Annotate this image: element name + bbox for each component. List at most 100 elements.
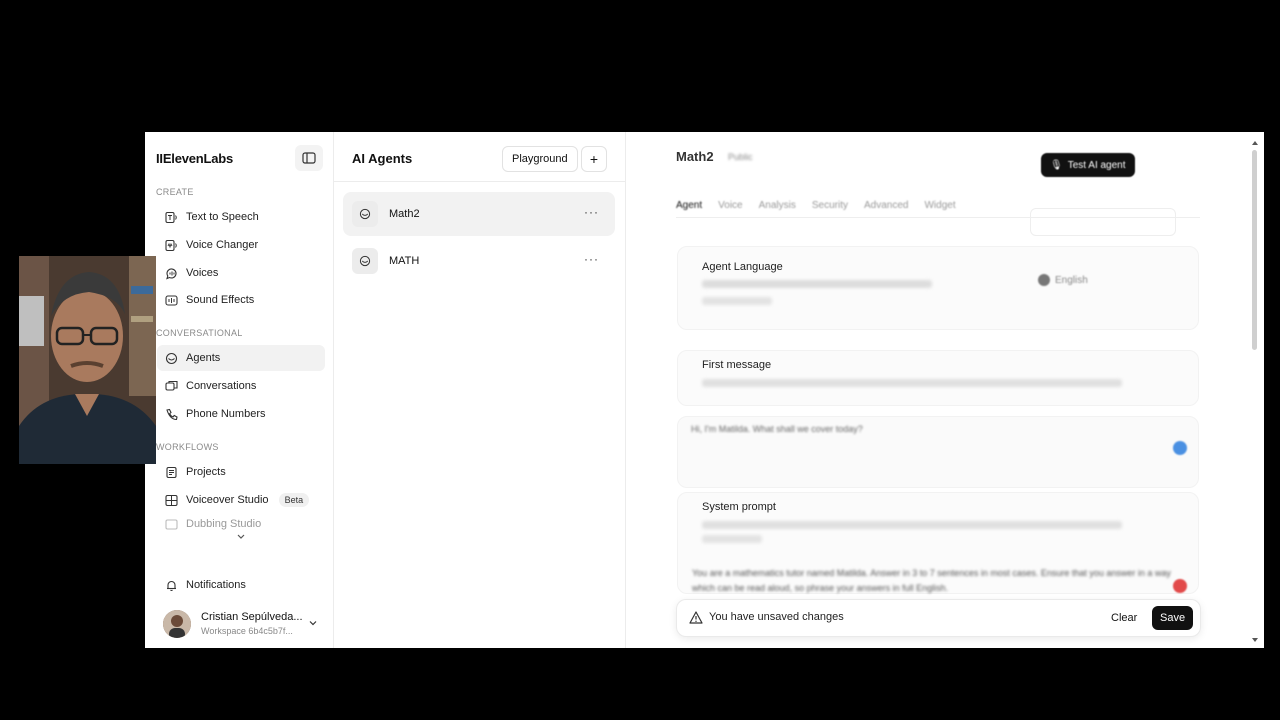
sidebar-item-label: Conversations: [186, 380, 257, 392]
person-image: [19, 256, 156, 464]
sidebar-item-agents[interactable]: Agents: [157, 345, 325, 371]
tab-widget[interactable]: Widget: [924, 200, 955, 211]
scrollbar[interactable]: [1252, 150, 1257, 350]
user-name: Cristian Sepúlveda...: [201, 611, 303, 623]
bell-icon: [164, 578, 178, 592]
dubbing-icon: [164, 517, 178, 531]
sidebar-item-label: Voices: [186, 267, 219, 279]
projects-icon: [164, 465, 178, 479]
tab-advanced[interactable]: Advanced: [864, 200, 908, 211]
first-message-card: First message: [677, 350, 1199, 406]
section-conversational: CONVERSATIONAL: [156, 328, 243, 338]
agent-editor: Math2 Public 🎙 Test AI agent Agent Voice…: [625, 132, 1264, 648]
system-prompt-value[interactable]: You are a mathematics tutor named Matild…: [692, 566, 1172, 596]
user-menu[interactable]: Cristian Sepúlveda... Workspace 6b4c5b7f…: [163, 608, 325, 640]
agent-name: Math2: [389, 208, 420, 220]
system-prompt-title: System prompt: [702, 501, 776, 513]
sidebar: IIElevenLabs CREATE Text to Speech Voice…: [145, 132, 334, 648]
scroll-down-icon[interactable]: [1251, 637, 1259, 643]
sidebar-item-phone-numbers[interactable]: Phone Numbers: [157, 401, 325, 427]
sidebar-item-label: Voiceover Studio: [186, 494, 269, 506]
first-message-description: [702, 379, 1122, 387]
warning-icon: [689, 611, 703, 624]
tab-analysis[interactable]: Analysis: [759, 200, 796, 211]
more-options-icon[interactable]: ···: [584, 205, 599, 219]
record-icon[interactable]: [1173, 579, 1187, 593]
sidebar-item-text-to-speech[interactable]: Text to Speech: [157, 204, 325, 230]
agent-row-math2[interactable]: Math2 ···: [343, 192, 615, 236]
sidebar-item-dubbing-studio[interactable]: Dubbing Studio: [157, 514, 325, 534]
agent-icon: [352, 248, 378, 274]
agent-icon: [352, 201, 378, 227]
sidebar-item-label: Sound Effects: [186, 294, 255, 306]
sidebar-item-label: Phone Numbers: [186, 408, 266, 420]
sidebar-item-label: Text to Speech: [186, 211, 259, 223]
test-agent-button[interactable]: 🎙 Test AI agent: [1041, 153, 1135, 177]
section-create: CREATE: [156, 187, 194, 197]
agent-title: Math2: [676, 149, 714, 164]
sidebar-item-notifications[interactable]: Notifications: [157, 572, 325, 598]
sidebar-item-label: Agents: [186, 352, 221, 364]
tab-security[interactable]: Security: [812, 200, 848, 211]
workspace-name: Workspace 6b4c5b7f...: [201, 626, 293, 636]
flag-icon: [1038, 274, 1050, 286]
sparkle-icon[interactable]: [1173, 441, 1187, 455]
beta-badge: Beta: [278, 493, 310, 507]
search-input[interactable]: [1030, 208, 1176, 236]
sidebar-item-voices[interactable]: Voices: [157, 260, 325, 286]
agent-name: MATH: [389, 255, 420, 267]
conversations-icon: [164, 379, 178, 393]
tab-voice[interactable]: Voice: [718, 200, 742, 211]
playground-button[interactable]: Playground: [502, 146, 578, 172]
voiceover-icon: [164, 493, 178, 507]
editor-tabs: Agent Voice Analysis Security Advanced W…: [676, 200, 956, 211]
agent-row-math[interactable]: MATH ···: [343, 239, 615, 283]
sidebar-item-label: Voice Changer: [186, 239, 259, 251]
agent-language-card: Agent Language: [677, 246, 1199, 330]
first-message-title: First message: [702, 359, 772, 371]
system-prompt-description: [702, 535, 762, 543]
sidebar-item-sound-effects[interactable]: Sound Effects: [157, 287, 325, 313]
system-prompt-description: [702, 521, 1122, 529]
voice-changer-icon: [164, 238, 178, 252]
agents-icon: [164, 351, 178, 365]
agent-language-title: Agent Language: [702, 261, 783, 273]
agent-language-description: [702, 297, 772, 305]
sidebar-item-projects[interactable]: Projects: [157, 459, 325, 485]
clear-button[interactable]: Clear: [1103, 606, 1145, 630]
chevron-down-icon: [309, 621, 317, 626]
sound-effects-icon: [164, 293, 178, 307]
agents-panel: AI Agents Playground + Math2 ··· MATH ··…: [333, 132, 626, 648]
avatar: [163, 610, 191, 638]
chevron-down-icon[interactable]: [235, 532, 247, 542]
sidebar-item-conversations[interactable]: Conversations: [157, 373, 325, 399]
logo: IIElevenLabs: [156, 151, 234, 166]
sidebar-item-label: Notifications: [186, 579, 246, 591]
tab-agent[interactable]: Agent: [676, 200, 702, 211]
status-badge: Public: [728, 152, 753, 162]
sidebar-panel-icon: [302, 152, 316, 164]
webcam-overlay: [19, 256, 156, 464]
agent-language-description: [702, 280, 932, 288]
phone-icon: [164, 407, 178, 421]
app-window: IIElevenLabs CREATE Text to Speech Voice…: [145, 132, 1264, 648]
section-workflows: WORKFLOWS: [156, 442, 219, 452]
first-message-value: Hi, I'm Matilda. What shall we cover tod…: [691, 424, 863, 434]
sidebar-item-voice-changer[interactable]: Voice Changer: [157, 232, 325, 258]
sidebar-toggle-button[interactable]: [295, 145, 323, 171]
unsaved-changes-bar: You have unsaved changes Clear Save: [676, 599, 1201, 637]
unsaved-message: You have unsaved changes: [709, 611, 844, 623]
language-value: English: [1055, 274, 1088, 286]
language-select[interactable]: English: [1038, 274, 1088, 286]
test-agent-label: Test AI agent: [1067, 159, 1126, 171]
sidebar-item-voiceover-studio[interactable]: Voiceover Studio Beta: [157, 487, 325, 513]
sidebar-item-label: Projects: [186, 466, 226, 478]
add-agent-button[interactable]: +: [581, 146, 607, 172]
scroll-up-icon[interactable]: [1251, 140, 1259, 146]
save-button[interactable]: Save: [1152, 606, 1194, 630]
sidebar-item-label: Dubbing Studio: [186, 518, 262, 530]
voices-icon: [164, 266, 178, 280]
more-options-icon[interactable]: ···: [584, 252, 599, 266]
agents-title: AI Agents: [352, 151, 413, 166]
mic-icon: 🎙: [1050, 159, 1063, 171]
